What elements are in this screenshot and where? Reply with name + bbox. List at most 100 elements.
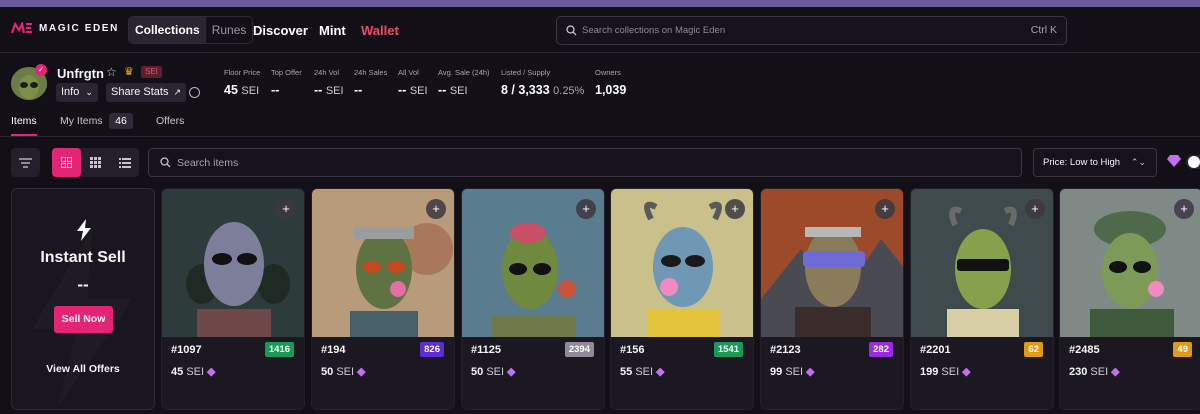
- stat-top-offer: Top Offer --: [271, 68, 302, 97]
- sell-now-button[interactable]: Sell Now: [54, 306, 113, 333]
- search-placeholder: Search collections on Magic Eden: [582, 25, 726, 36]
- nft-card[interactable]: + #1125 2394 50 SEI ◆: [461, 188, 605, 410]
- token-price: 50 SEI ◆: [321, 366, 366, 378]
- stat-avg-sale: Avg. Sale (24h) -- SEI: [438, 68, 490, 97]
- diamond-icon: [1167, 155, 1181, 167]
- sort-label: Price: Low to High: [1043, 157, 1121, 168]
- instant-sell-card: Instant Sell -- Sell Now View All Offers: [11, 188, 155, 410]
- diamond-icon: ◆: [207, 366, 216, 378]
- add-to-cart-button[interactable]: +: [276, 199, 296, 219]
- info-label: Info: [61, 86, 80, 98]
- instant-sell-title: Instant Sell: [40, 249, 126, 266]
- add-to-cart-button[interactable]: +: [1174, 199, 1194, 219]
- top-nav: MAGIC EDEN Collections Runes Discover Mi…: [0, 7, 1200, 53]
- rarity-rank-badge: 282: [869, 342, 893, 357]
- tab-my-items[interactable]: My Items: [60, 115, 103, 127]
- diamond-icon: ◆: [806, 366, 815, 378]
- item-search-input[interactable]: Search items: [148, 148, 1022, 177]
- verified-check-icon: ✓: [35, 64, 47, 76]
- token-id: #194: [321, 344, 346, 356]
- brand-logo[interactable]: MAGIC EDEN: [11, 22, 119, 34]
- tab-offers[interactable]: Offers: [156, 115, 184, 127]
- nav-mint[interactable]: Mint: [319, 23, 346, 38]
- list-view-button[interactable]: [110, 148, 139, 177]
- top-accent-strip: [0, 0, 1200, 7]
- token-id: #2201: [920, 344, 951, 356]
- nft-card[interactable]: + #194 826 50 SEI ◆: [311, 188, 455, 410]
- small-grid-icon: [90, 157, 101, 168]
- stats-globe-icon[interactable]: [189, 87, 200, 98]
- token-price: 45 SEI ◆: [171, 366, 216, 378]
- add-to-cart-button[interactable]: +: [576, 199, 596, 219]
- add-to-cart-button[interactable]: +: [426, 199, 446, 219]
- my-items-count: 46: [109, 113, 133, 129]
- filter-icon: [19, 158, 32, 168]
- stat-floor-price: Floor Price 45 SEI: [224, 68, 261, 97]
- chevron-down-icon: ⌄: [85, 87, 93, 97]
- tab-items[interactable]: Items: [11, 115, 37, 127]
- token-id: #1125: [471, 344, 501, 356]
- add-to-cart-button[interactable]: +: [875, 199, 895, 219]
- view-all-offers-link[interactable]: View All Offers: [12, 363, 154, 375]
- diamond-icon: ◆: [357, 366, 366, 378]
- diamond-icon: ◆: [656, 366, 665, 378]
- crown-icon: ♛: [124, 66, 134, 78]
- view-mode-switch: [52, 148, 139, 177]
- large-grid-icon: [61, 157, 72, 168]
- large-grid-view-button[interactable]: [52, 148, 81, 177]
- sort-chevron-icon: ⌃⌄: [1130, 157, 1146, 167]
- sort-dropdown[interactable]: Price: Low to High ⌃⌄: [1033, 148, 1157, 177]
- token-id: #2123: [770, 344, 801, 356]
- token-id: #2485: [1069, 344, 1100, 356]
- external-link-icon: ↗: [173, 87, 182, 97]
- share-stats-button[interactable]: Share Stats ↗: [106, 83, 187, 102]
- stat-listed-supply: Listed / Supply 8 / 3,333 0.25%: [501, 68, 585, 97]
- token-id: #1097: [171, 344, 202, 356]
- rarity-rank-badge: 2394: [564, 342, 594, 357]
- rarity-rank-badge: 49: [1173, 342, 1192, 357]
- nav-discover[interactable]: Discover: [253, 23, 308, 38]
- diamond-icon: ◆: [962, 366, 971, 378]
- stat-all-vol: All Vol -- SEI: [398, 68, 428, 97]
- nav-wallet[interactable]: Wallet: [361, 23, 399, 38]
- item-search-placeholder: Search items: [177, 157, 239, 169]
- token-price: 230 SEI ◆: [1069, 366, 1120, 378]
- rarity-rank-badge: 826: [420, 342, 444, 357]
- small-grid-view-button[interactable]: [81, 148, 110, 177]
- stat-owners: Owners 1,039: [595, 68, 627, 97]
- add-to-cart-button[interactable]: +: [725, 199, 745, 219]
- info-dropdown-button[interactable]: Info ⌄: [56, 83, 98, 102]
- favorite-star-icon[interactable]: ☆: [106, 65, 117, 79]
- collection-search-input[interactable]: Search collections on Magic Eden Ctrl K: [556, 16, 1067, 45]
- token-price: 99 SEI ◆: [770, 366, 815, 378]
- chain-badge: SEI: [141, 66, 162, 78]
- search-shortcut: Ctrl K: [1030, 24, 1057, 36]
- nft-card[interactable]: + #2201 62 199 SEI ◆: [910, 188, 1054, 410]
- nft-card[interactable]: + #1097 1416 45 SEI ◆: [161, 188, 305, 410]
- token-price: 199 SEI ◆: [920, 366, 971, 378]
- brand-name: MAGIC EDEN: [39, 22, 119, 34]
- market-segment-switch: Collections Runes: [128, 16, 254, 44]
- search-icon: [566, 25, 577, 36]
- list-icon: [118, 157, 131, 168]
- segment-collections[interactable]: Collections: [129, 17, 206, 43]
- filter-button[interactable]: [11, 148, 40, 177]
- nft-card[interactable]: + #2123 282 99 SEI ◆: [760, 188, 904, 410]
- segment-runes[interactable]: Runes: [206, 17, 253, 43]
- search-icon: [160, 157, 171, 168]
- token-price: 50 SEI ◆: [471, 366, 516, 378]
- rarity-rank-badge: 62: [1024, 342, 1043, 357]
- sei-price-toggle[interactable]: [1186, 155, 1200, 169]
- tabs-divider: [0, 136, 1200, 137]
- add-to-cart-button[interactable]: +: [1025, 199, 1045, 219]
- nft-card[interactable]: + #156 1541 55 SEI ◆: [610, 188, 754, 410]
- rarity-rank-badge: 1541: [713, 342, 743, 357]
- collection-name: Unfrgtn: [57, 66, 104, 81]
- instant-sell-value: --: [77, 275, 89, 294]
- magic-eden-logo-icon: [11, 22, 32, 34]
- diamond-icon: ◆: [1111, 366, 1120, 378]
- diamond-icon: ◆: [507, 366, 516, 378]
- token-id: #156: [620, 344, 645, 356]
- rarity-rank-badge: 1416: [264, 342, 294, 357]
- nft-card[interactable]: + #2485 49 230 SEI ◆: [1059, 188, 1200, 410]
